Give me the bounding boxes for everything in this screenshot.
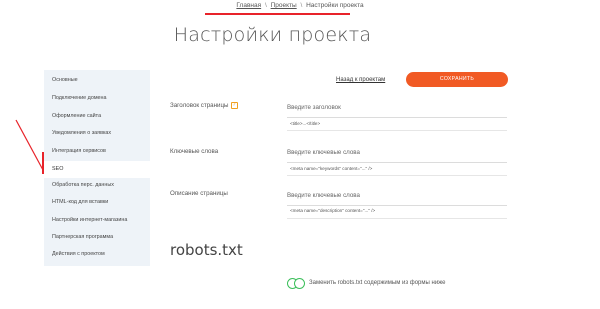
page-title: Настройки проекта — [173, 24, 372, 46]
divider — [287, 175, 507, 176]
breadcrumb-home-link[interactable]: Главная — [236, 2, 261, 9]
robots-section-title: robots.txt — [170, 241, 243, 259]
save-button[interactable]: СОХРАНИТЬ — [406, 72, 508, 87]
breadcrumb-separator: \ — [300, 2, 303, 9]
sidebar-item-partner-program[interactable]: Партнерская программа — [52, 234, 113, 240]
sidebar-item-html-code[interactable]: HTML-код для вставки — [52, 199, 108, 205]
sidebar-item-main[interactable]: Основные — [52, 77, 78, 83]
robots-replace-toggle[interactable] — [287, 278, 305, 289]
robots-replace-label: Заменить robots.txt содержимым из формы … — [309, 280, 446, 286]
annotation-arrow — [15, 119, 44, 174]
sidebar-item-notifications[interactable]: Уведомления о заявках — [52, 130, 111, 136]
breadcrumb-projects-link[interactable]: Проекты — [271, 2, 297, 9]
keywords-input[interactable]: Введите ключевые слова — [287, 149, 507, 163]
breadcrumb-separator: \ — [264, 2, 267, 9]
page-title-label-text: Заголовок страницы — [170, 102, 229, 110]
description-input[interactable]: Введите ключевые слова — [287, 192, 507, 206]
sidebar-item-seo[interactable]: SEO — [44, 161, 150, 178]
page-title-label: Заголовок страницы? — [170, 102, 238, 109]
description-label: Описание страницы — [170, 190, 228, 197]
sidebar-item-project-actions[interactable]: Действия с проектом — [52, 251, 105, 257]
sidebar-item-personal-data[interactable]: Обработка перс. данных — [52, 182, 114, 188]
divider — [287, 218, 507, 219]
sidebar-item-integrations[interactable]: Интеграция сервисов — [52, 148, 106, 154]
settings-sidebar: Основные Подключение домена Оформление с… — [44, 70, 150, 266]
sidebar-item-design[interactable]: Оформление сайта — [52, 113, 101, 119]
back-to-projects-link[interactable]: Назад к проектам — [336, 77, 385, 83]
sidebar-item-domain[interactable]: Подключение домена — [52, 95, 107, 101]
sidebar-item-shop-settings[interactable]: Настройки интернет-магазина — [52, 217, 127, 223]
breadcrumb: Главная \ Проекты \ Настройки проекта — [0, 2, 600, 9]
breadcrumb-current: Настройки проекта — [306, 2, 364, 9]
page-title-hint: <title>...</title> — [290, 121, 321, 126]
breadcrumb-annotation-underline — [205, 13, 350, 15]
description-hint: <meta name="description" content="..." /… — [290, 208, 376, 213]
keywords-hint: <meta name="keywords" content="..." /> — [290, 166, 373, 171]
help-icon[interactable]: ? — [230, 102, 238, 109]
keywords-label: Ключевые слова — [170, 148, 219, 155]
page-title-input[interactable]: Введите заголовок — [287, 104, 507, 118]
divider — [287, 130, 507, 131]
toggle-ring-icon — [294, 278, 305, 289]
